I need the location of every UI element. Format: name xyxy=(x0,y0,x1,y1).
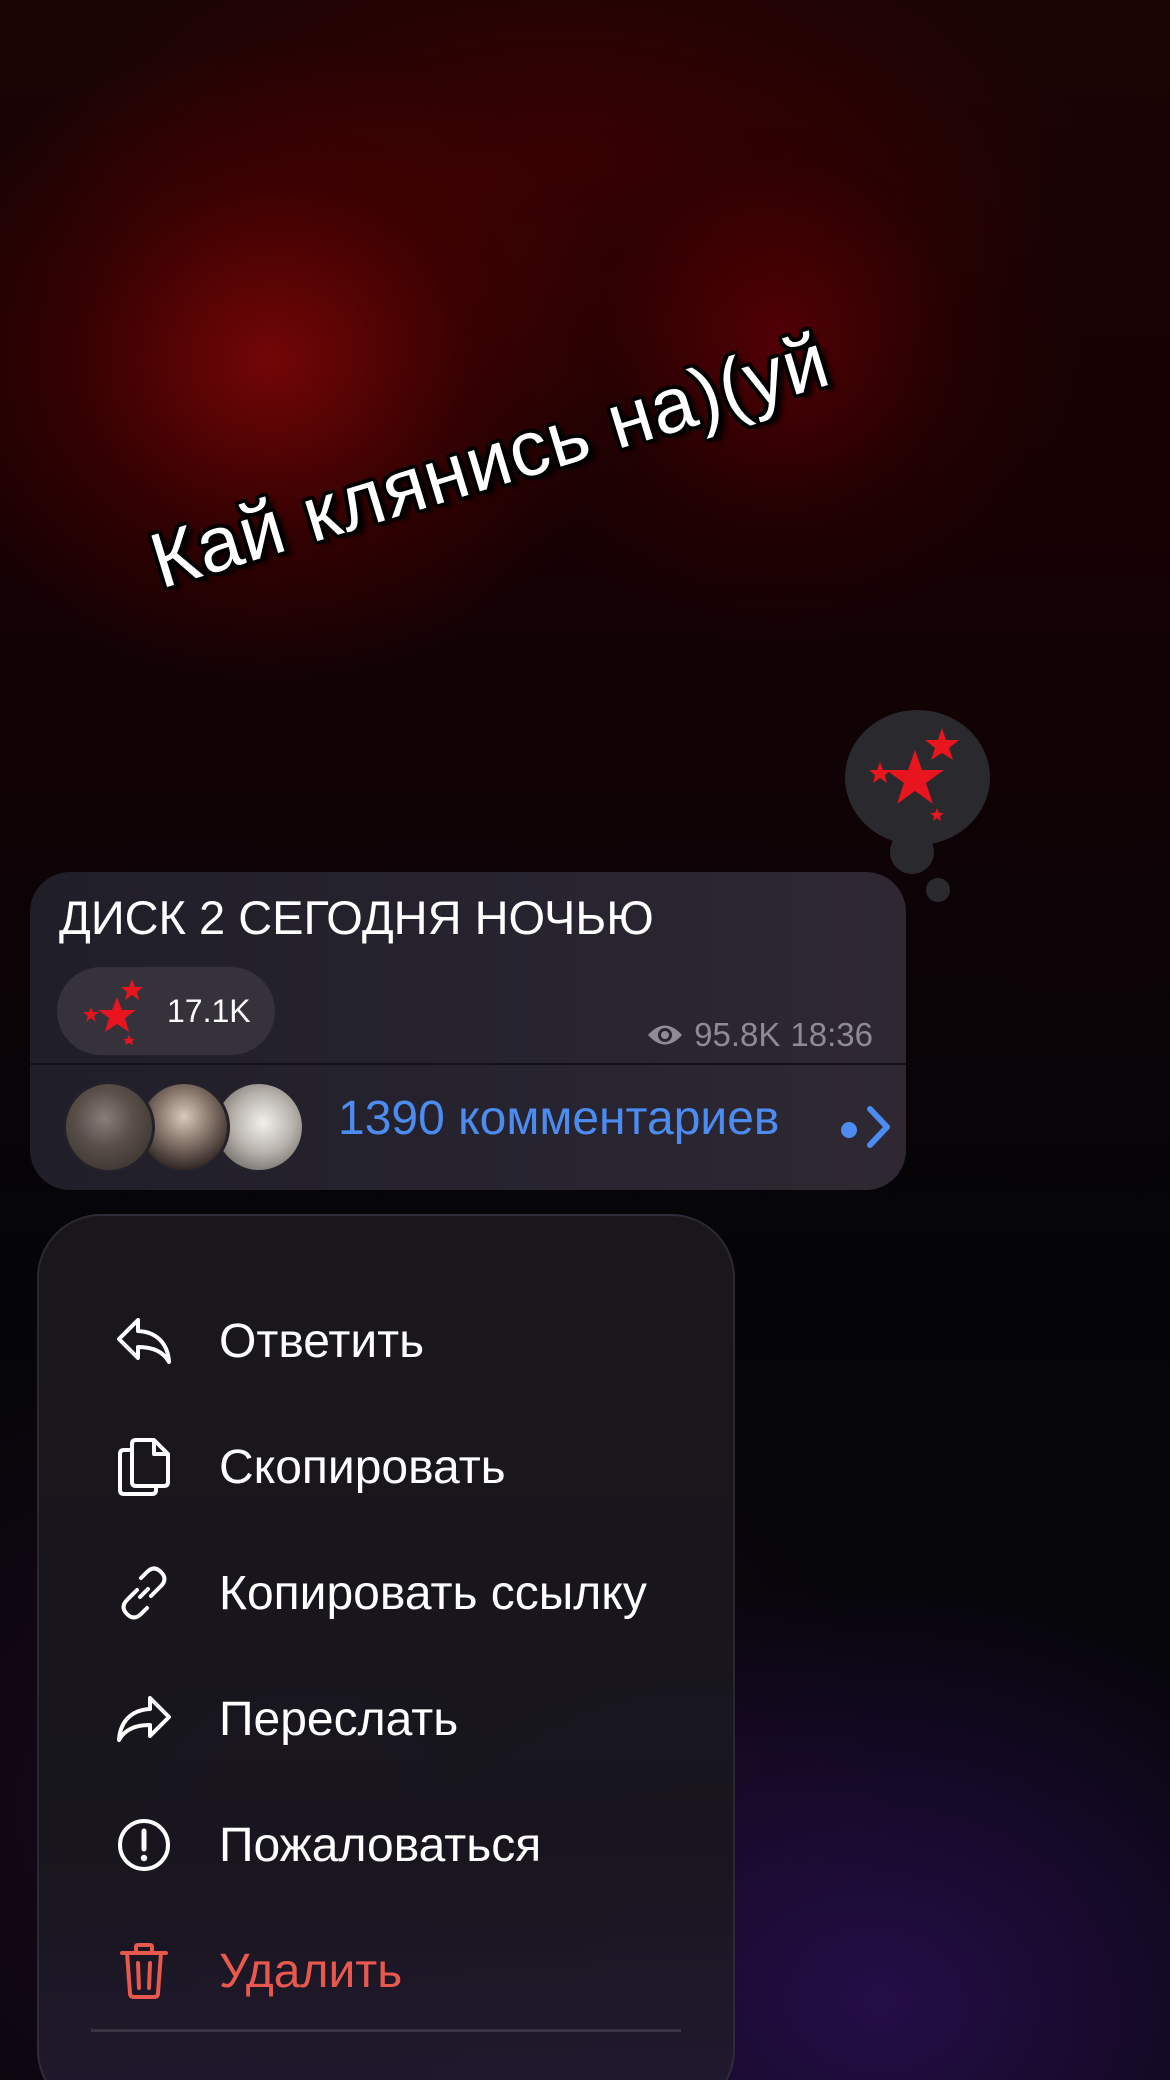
menu-item-copy[interactable]: Скопировать xyxy=(39,1404,733,1530)
context-menu: Ответить Скопировать Копировать ссылку П… xyxy=(37,1214,735,2080)
red-stars-icon xyxy=(869,728,959,821)
menu-item-delete[interactable]: Удалить xyxy=(39,1908,733,2034)
sticker-caption: Кай клянись на)(уй xyxy=(140,315,840,606)
menu-item-label: Удалить xyxy=(219,1944,403,1998)
reaction-picker-bubble[interactable] xyxy=(845,710,990,845)
menu-item-label: Пожаловаться xyxy=(219,1818,542,1872)
screen: Кай клянись на)(уй ДИСК 2 СЕГОДНЯ НОЧЬЮ … xyxy=(0,0,1170,2080)
menu-item-label: Ответить xyxy=(219,1314,425,1368)
menu-item-copy-link[interactable]: Копировать ссылку xyxy=(39,1530,733,1656)
menu-item-forward[interactable]: Переслать xyxy=(39,1656,733,1782)
avatar xyxy=(63,1081,155,1173)
message-time: 18:36 xyxy=(790,1016,873,1053)
report-icon xyxy=(113,1814,175,1876)
menu-item-label: Копировать ссылку xyxy=(219,1566,647,1620)
view-count: 95.8K xyxy=(694,1016,781,1053)
forward-icon xyxy=(113,1688,175,1750)
comments-count-label: 1390 комментариев xyxy=(338,1092,780,1145)
link-icon xyxy=(113,1562,175,1624)
message-text: ДИСК 2 СЕГОДНЯ НОЧЬЮ xyxy=(59,891,654,944)
message-meta: 95.8K 18:36 xyxy=(646,1016,873,1054)
bubble-tail-dot xyxy=(890,830,934,874)
eye-icon xyxy=(646,1022,684,1048)
unread-dot xyxy=(841,1122,857,1138)
message-bubble[interactable]: ДИСК 2 СЕГОДНЯ НОЧЬЮ 17.1K 95.8K 18:36 1… xyxy=(30,872,906,1190)
trash-icon xyxy=(113,1940,175,2002)
reaction-chip[interactable]: 17.1K xyxy=(57,967,275,1055)
comments-button[interactable]: 1390 комментариев xyxy=(30,1065,906,1190)
reaction-count: 17.1K xyxy=(167,993,251,1029)
menu-divider xyxy=(91,2029,681,2032)
bubble-tail-dot xyxy=(926,878,950,902)
chevron-right-icon xyxy=(863,1103,893,1156)
menu-item-report[interactable]: Пожаловаться xyxy=(39,1782,733,1908)
reply-icon xyxy=(113,1310,175,1372)
menu-item-reply[interactable]: Ответить xyxy=(39,1278,733,1404)
menu-item-label: Переслать xyxy=(219,1692,459,1746)
copy-icon xyxy=(113,1436,175,1498)
red-stars-icon xyxy=(77,975,157,1052)
menu-item-label: Скопировать xyxy=(219,1440,506,1494)
